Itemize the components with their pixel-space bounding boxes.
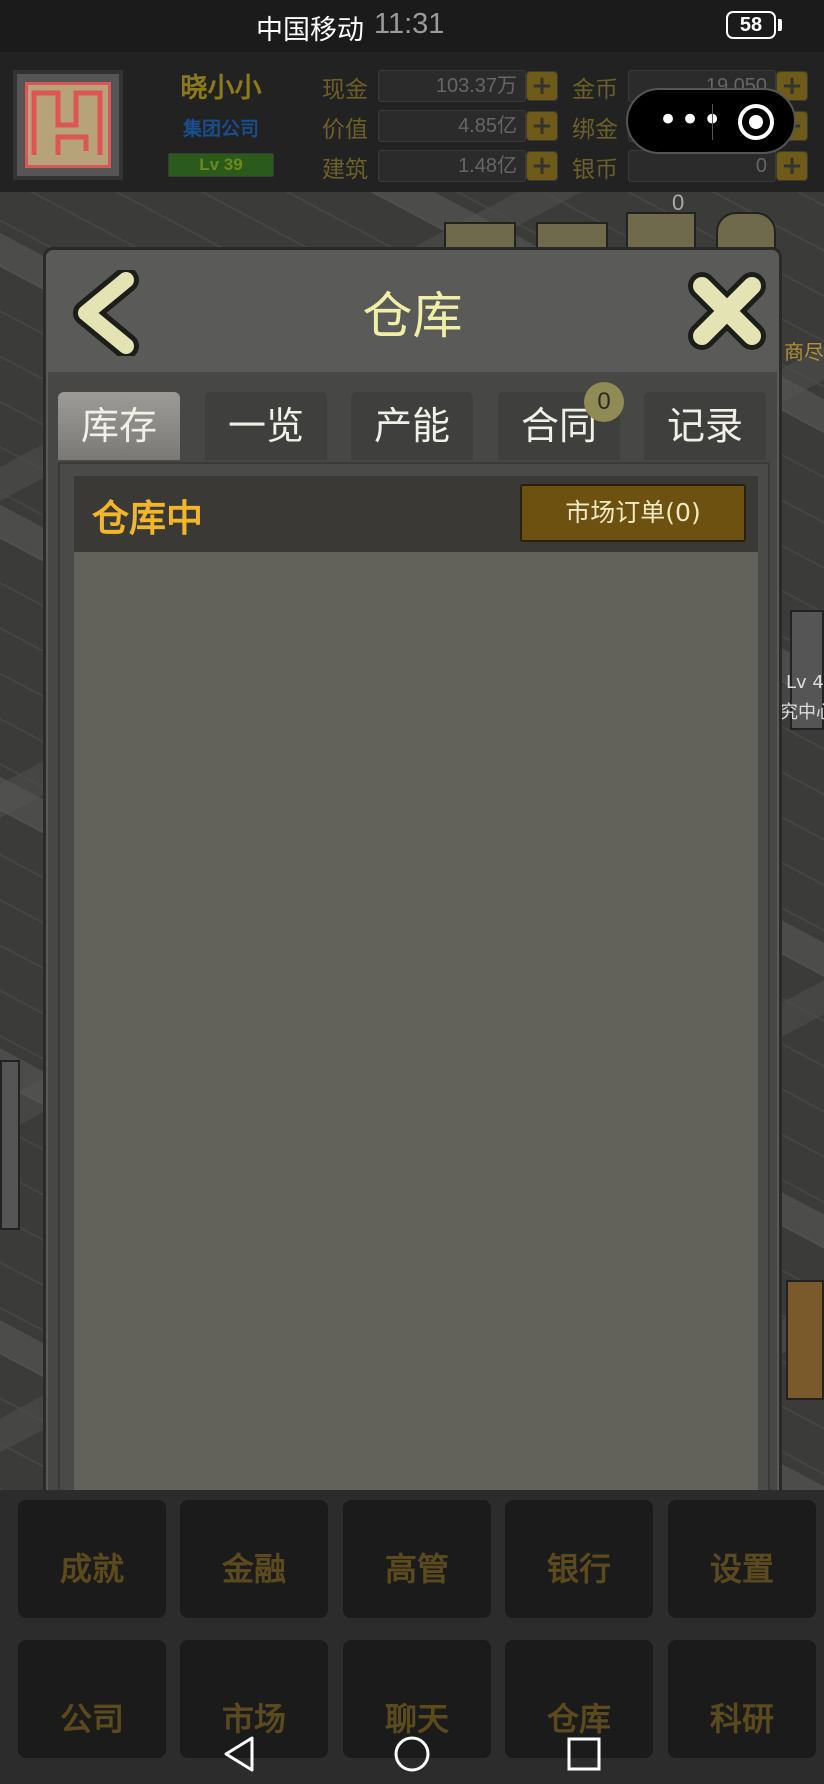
navigation-bar (0, 1720, 824, 1784)
company-avatar[interactable] (13, 70, 123, 180)
background-hint: 商尽 (784, 340, 824, 364)
close-icon (688, 272, 766, 350)
close-miniprogram-icon[interactable] (738, 104, 774, 140)
inventory-list[interactable] (74, 552, 758, 1512)
dialog-header: 仓库 (46, 250, 779, 372)
dock-label: 高管 (384, 1550, 449, 1588)
market-orders-button[interactable]: 市场订单(0) (520, 484, 746, 542)
status-time: 11:31 (374, 8, 445, 40)
dock-bank-button[interactable]: 银行 (505, 1500, 653, 1618)
section-title: 仓库中 (92, 497, 203, 540)
company-logo-icon (25, 82, 111, 168)
nav-home-icon[interactable] (392, 1734, 432, 1774)
tab-records[interactable]: 记录 (644, 392, 766, 460)
background-level-tag: Lv 4 (786, 672, 824, 693)
dock-label: 金融 (221, 1550, 286, 1588)
nav-back-icon[interactable] (220, 1734, 260, 1774)
warehouse-dialog: 仓库 库存 一览 产能 合同 记录 仓库中 市场订单(0) (43, 247, 782, 1535)
silver-label: 银币 (572, 157, 618, 183)
background-building-name: 究中心 (780, 702, 824, 723)
cash-value: 103.37万 (378, 70, 526, 102)
tab-bar: 库存 一览 产能 合同 记录 (58, 392, 770, 462)
tab-inventory[interactable]: 库存 (58, 392, 180, 460)
level-badge: Lv 39 (168, 153, 274, 177)
gold-label: 金币 (572, 77, 618, 103)
dock-label: 银行 (546, 1550, 611, 1588)
apple-icon[interactable] (716, 212, 776, 252)
tab-overview[interactable]: 一览 (205, 392, 327, 460)
dock-executives-button[interactable]: 高管 (343, 1500, 491, 1618)
close-button[interactable] (686, 270, 768, 352)
tab-capacity[interactable]: 产能 (351, 392, 473, 460)
building-value: 1.48亿 (378, 150, 526, 182)
dialog-title: 仓库 (362, 287, 463, 345)
dock-label: 设置 (709, 1550, 774, 1588)
battery-icon: 58 (726, 11, 776, 39)
map-badge: 0 (672, 190, 685, 215)
miniprogram-capsule: ••• (626, 88, 796, 154)
building-plus-button[interactable]: + (526, 151, 558, 181)
value-label: 价值 (322, 117, 368, 143)
background-building (0, 1060, 20, 1230)
dock-settings-button[interactable]: 设置 (668, 1500, 816, 1618)
contracts-badge: 0 (584, 382, 624, 422)
inventory-panel: 仓库中 市场订单(0) (58, 462, 770, 1526)
battery-tip (778, 19, 782, 31)
dock-label: 成就 (59, 1550, 124, 1588)
dock-achievements-button[interactable]: 成就 (18, 1500, 166, 1618)
cash-plus-button[interactable]: + (526, 71, 558, 101)
value-plus-button[interactable]: + (526, 111, 558, 141)
player-name: 晓小小 (180, 73, 262, 104)
background-building (786, 1280, 824, 1400)
logo-glyph-icon (31, 90, 103, 155)
carrier-name: 中国移动 (256, 15, 364, 46)
map-icon[interactable] (626, 212, 696, 252)
value-value: 4.85亿 (378, 110, 526, 142)
dock-finance-button[interactable]: 金融 (180, 1500, 328, 1618)
nav-recents-icon[interactable] (564, 1734, 604, 1774)
silver-plus-button[interactable]: + (776, 151, 808, 181)
silver-value: 0 (628, 150, 776, 182)
bound-gold-label: 绑金 (572, 117, 618, 143)
cash-label: 现金 (322, 77, 368, 103)
more-options-icon[interactable]: ••• (658, 98, 724, 142)
building-label: 建筑 (322, 157, 368, 183)
capsule-divider (712, 104, 713, 140)
status-bar: 中国移动 11:31 58 (0, 0, 824, 52)
section-header: 仓库中 市场订单(0) (74, 476, 758, 552)
company-type: 集团公司 (182, 118, 259, 140)
